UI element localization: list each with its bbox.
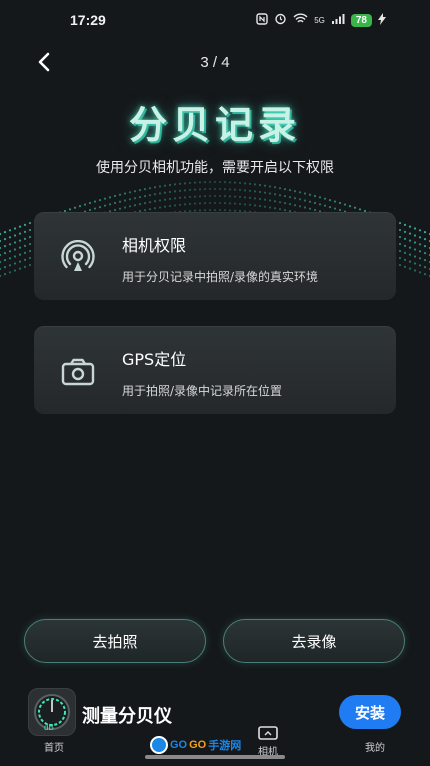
watermark-go2: GO <box>189 739 207 751</box>
tab-home[interactable]: 首页 <box>29 739 79 754</box>
permission-card-gps[interactable]: GPS定位 用于拍照/录像中记录所在位置 <box>34 326 396 414</box>
permission-card-camera[interactable]: 相机权限 用于分贝记录中拍照/录像的真实环境 <box>34 212 396 300</box>
app-download-bar: dB 测量分贝仪 安装 首页 相机 我的 GO GO 手游网 <box>0 685 430 766</box>
page-title: 分贝记录 <box>128 103 301 147</box>
app-name: 测量分贝仪 <box>82 706 172 727</box>
watermark-logo: GO GO 手游网 <box>150 735 241 755</box>
signal-label: 5G <box>314 15 325 25</box>
signal-bars-icon <box>331 13 345 28</box>
home-indicator <box>145 755 285 759</box>
nfc-icon <box>256 12 268 28</box>
record-video-button[interactable]: 去录像 <box>223 619 405 663</box>
watermark-go1: GO <box>170 739 188 751</box>
permission-title: 相机权限 <box>122 236 187 255</box>
battery-indicator: 78 <box>350 13 372 27</box>
page-subtitle: 使用分贝相机功能，需要开启以下权限 <box>96 160 334 176</box>
camera-icon <box>58 352 98 392</box>
watermark-circle-icon <box>150 736 168 754</box>
status-icons: 5G 78 <box>256 12 386 28</box>
watermark-site: 手游网 <box>208 740 242 752</box>
take-photo-button[interactable]: 去拍照 <box>24 619 206 663</box>
camera-signal-icon <box>58 238 98 278</box>
permission-description: 用于拍照/录像中记录所在位置 <box>122 384 283 398</box>
status-bar: 17:29 5G 78 <box>0 0 430 40</box>
app-logo: dB <box>28 688 76 736</box>
install-button[interactable]: 安装 <box>339 695 401 729</box>
app-logo-text: dB <box>44 723 54 732</box>
charging-icon <box>378 12 386 28</box>
tab-camera[interactable]: 相机 <box>243 725 293 758</box>
page-indicator: 3 / 4 <box>200 54 230 71</box>
tab-mine[interactable]: 我的 <box>350 739 400 754</box>
wifi-icon <box>293 13 308 28</box>
permission-description: 用于分贝记录中拍照/录像的真实环境 <box>122 270 319 284</box>
camera-tab-icon <box>258 726 278 740</box>
permission-title: GPS定位 <box>122 350 187 369</box>
alarm-icon <box>274 12 287 28</box>
nav-header: 3 / 4 <box>0 44 430 80</box>
status-time: 17:29 <box>70 12 106 28</box>
